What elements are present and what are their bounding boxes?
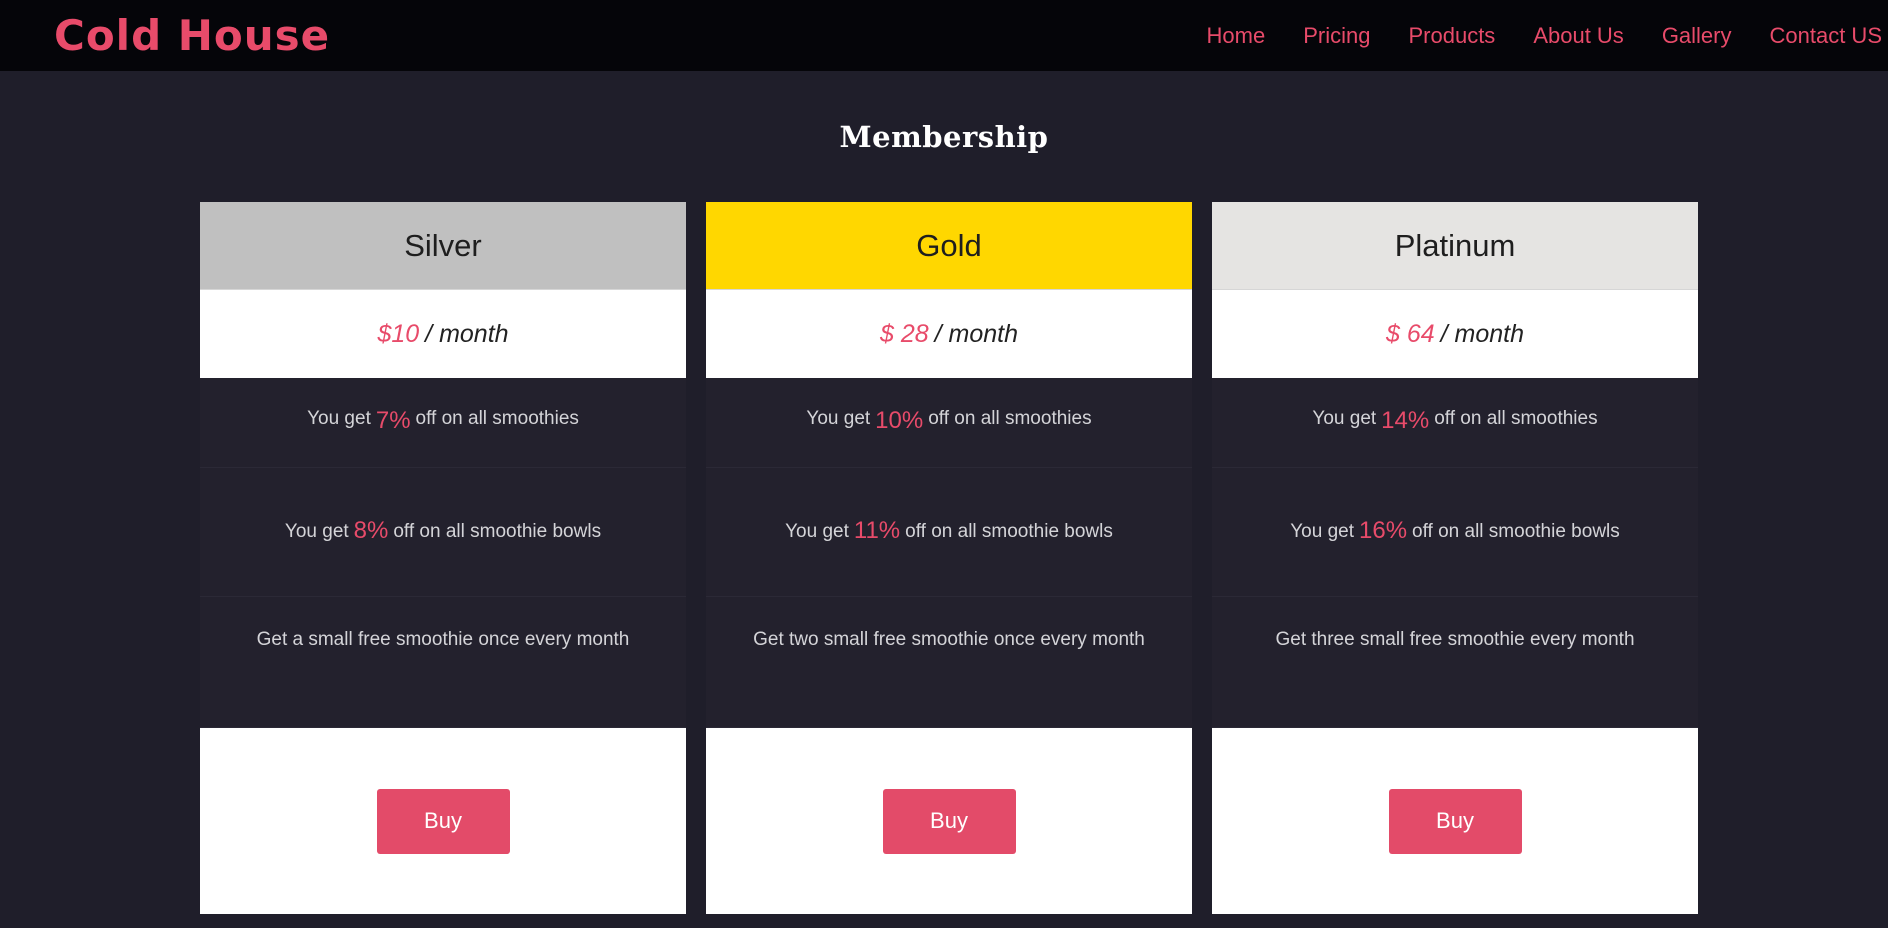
feature-prefix: You get bbox=[1312, 408, 1377, 429]
plan-card-gold: Gold $ 28 / month You get 10% off on all… bbox=[706, 202, 1192, 914]
pricing-cards: Silver $10 / month You get 7% off on all… bbox=[200, 202, 1698, 914]
nav-item-gallery[interactable]: Gallery bbox=[1662, 23, 1732, 49]
plan-header: Platinum bbox=[1212, 202, 1698, 290]
nav-item-contact-us[interactable]: Contact US bbox=[1770, 23, 1883, 49]
feature-prefix: You get bbox=[1290, 521, 1354, 542]
plan-price: $10 / month bbox=[200, 290, 686, 378]
feature-smoothie-discount: You get 7% off on all smoothies bbox=[200, 378, 686, 468]
plan-name: Silver bbox=[404, 227, 482, 263]
plan-card-platinum: Platinum $ 64 / month You get 14% off on… bbox=[1212, 202, 1698, 914]
price-period: / month bbox=[425, 319, 509, 348]
page-title: Membership bbox=[839, 120, 1049, 154]
discount-percent: 10% bbox=[875, 407, 924, 434]
feature-text: Get three small free smoothie every mont… bbox=[1275, 629, 1635, 650]
plan-header: Gold bbox=[706, 202, 1192, 290]
discount-percent: 7% bbox=[375, 407, 411, 434]
feature-text: Get a small free smoothie once every mon… bbox=[256, 629, 630, 650]
nav-item-home[interactable]: Home bbox=[1207, 23, 1266, 49]
buy-button-platinum[interactable]: Buy bbox=[1388, 788, 1522, 854]
price-amount: $ 64 bbox=[1385, 319, 1435, 348]
feature-bowl-discount: You get 16% off on all smoothie bowls bbox=[1212, 468, 1698, 597]
plan-footer: Buy bbox=[200, 728, 686, 914]
feature-free-smoothie: Get three small free smoothie every mont… bbox=[1212, 597, 1698, 728]
top-navbar: Cold House Home Pricing Products About U… bbox=[0, 0, 1888, 71]
feature-suffix: off on all smoothie bowls bbox=[1412, 521, 1620, 542]
plan-price: $ 64 / month bbox=[1212, 290, 1698, 378]
discount-percent: 14% bbox=[1381, 407, 1430, 434]
discount-percent: 11% bbox=[853, 517, 901, 544]
brand-logo[interactable]: Cold House bbox=[54, 14, 330, 57]
feature-free-smoothie: Get two small free smoothie once every m… bbox=[706, 597, 1192, 728]
feature-smoothie-discount: You get 10% off on all smoothies bbox=[706, 378, 1192, 468]
buy-button-gold[interactable]: Buy bbox=[882, 788, 1016, 854]
nav-item-pricing[interactable]: Pricing bbox=[1303, 23, 1370, 49]
feature-text: Get two small free smoothie once every m… bbox=[753, 629, 1145, 650]
feature-bowl-discount: You get 11% off on all smoothie bowls bbox=[706, 468, 1192, 597]
plan-price: $ 28 / month bbox=[706, 290, 1192, 378]
feature-prefix: You get bbox=[307, 408, 371, 429]
price-period: / month bbox=[934, 319, 1019, 348]
plan-card-silver: Silver $10 / month You get 7% off on all… bbox=[200, 202, 686, 914]
nav-links: Home Pricing Products About Us Gallery C… bbox=[1169, 23, 1882, 49]
plan-name: Gold bbox=[916, 227, 982, 263]
feature-suffix: off on all smoothie bowls bbox=[905, 521, 1113, 542]
feature-suffix: off on all smoothies bbox=[928, 408, 1092, 429]
feature-prefix: You get bbox=[284, 521, 349, 542]
price-period: / month bbox=[1440, 319, 1525, 348]
plan-name: Platinum bbox=[1394, 227, 1516, 263]
price-amount: $ 28 bbox=[879, 319, 929, 348]
feature-suffix: off on all smoothie bowls bbox=[393, 521, 602, 542]
feature-suffix: off on all smoothies bbox=[1434, 408, 1598, 429]
feature-suffix: off on all smoothies bbox=[415, 408, 579, 429]
plan-footer: Buy bbox=[706, 728, 1192, 914]
discount-percent: 8% bbox=[353, 517, 389, 544]
feature-prefix: You get bbox=[806, 408, 871, 429]
nav-item-products[interactable]: Products bbox=[1408, 23, 1495, 49]
price-amount: $10 bbox=[377, 319, 420, 348]
feature-free-smoothie: Get a small free smoothie once every mon… bbox=[200, 597, 686, 728]
feature-smoothie-discount: You get 14% off on all smoothies bbox=[1212, 378, 1698, 468]
feature-prefix: You get bbox=[785, 521, 849, 542]
discount-percent: 16% bbox=[1359, 517, 1408, 544]
nav-item-about-us[interactable]: About Us bbox=[1533, 23, 1624, 49]
plan-footer: Buy bbox=[1212, 728, 1698, 914]
feature-bowl-discount: You get 8% off on all smoothie bowls bbox=[200, 468, 686, 597]
plan-header: Silver bbox=[200, 202, 686, 290]
buy-button-silver[interactable]: Buy bbox=[376, 788, 510, 854]
